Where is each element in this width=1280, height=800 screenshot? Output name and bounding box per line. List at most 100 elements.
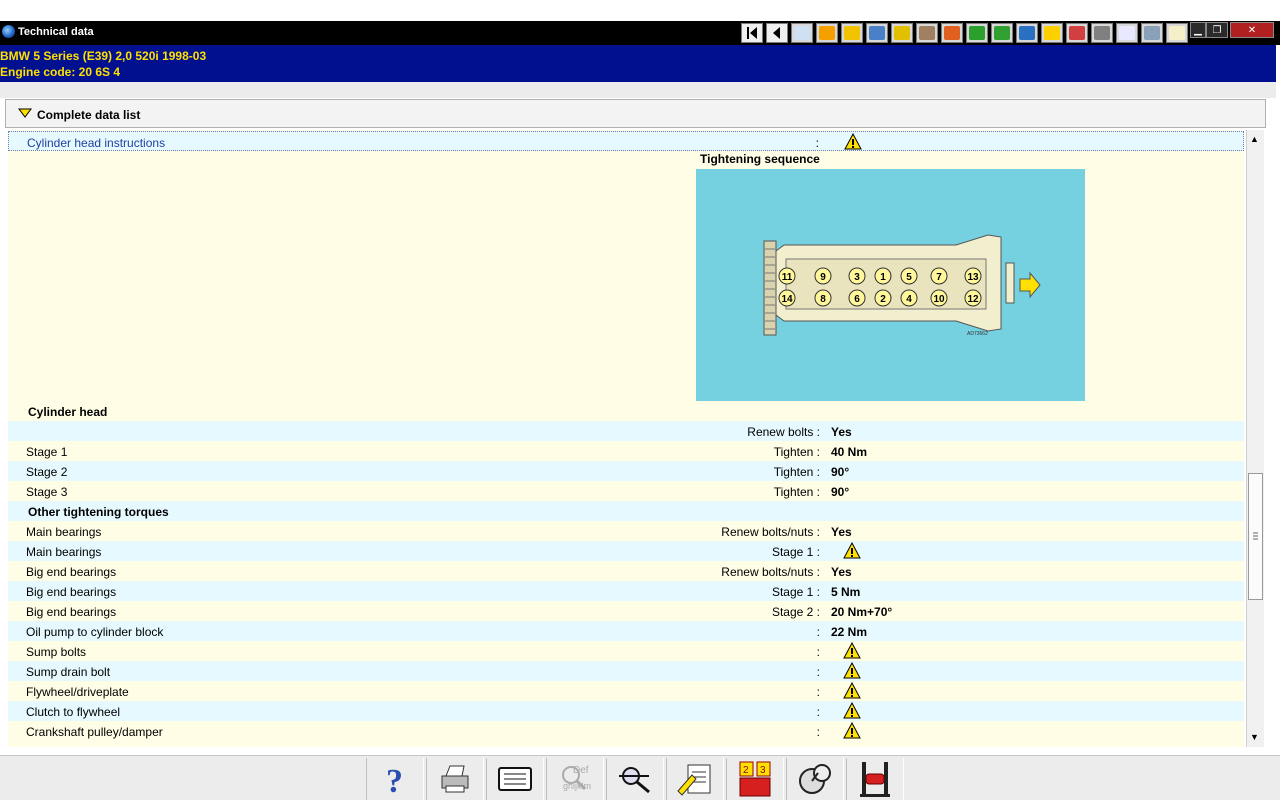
bolt-top-number: 7 xyxy=(936,272,942,283)
row-value: 20 Nm+70° xyxy=(831,605,893,619)
warning-button[interactable] xyxy=(843,721,861,742)
row-parameter: Renew bolts : xyxy=(747,425,820,439)
row-parameter: : xyxy=(815,136,819,150)
warning-lights-button[interactable] xyxy=(1066,23,1088,43)
row-label: Big end bearings xyxy=(26,585,117,599)
row-parameter: : xyxy=(816,705,820,719)
repair-button[interactable] xyxy=(916,23,938,43)
car-button[interactable] xyxy=(1141,23,1163,43)
vehicle-model: BMW 5 Series (E39) 2,0 520i 1998-03 xyxy=(0,49,207,63)
data-row: Oil pump to cylinder block:22 Nm xyxy=(8,621,1244,641)
bolt-bottom-number: 14 xyxy=(781,294,793,305)
section-heading: Cylinder head xyxy=(28,405,108,419)
row-label[interactable]: Cylinder head instructions xyxy=(27,136,165,150)
row-label: Clutch to flywheel xyxy=(26,705,121,719)
scroll-thumb[interactable] xyxy=(1248,473,1263,600)
bolt-top-number: 9 xyxy=(820,272,826,283)
lubrication-icon xyxy=(944,26,960,40)
row-label: Flywheel/driveplate xyxy=(26,685,129,699)
data-row[interactable]: Cylinder head instructions: xyxy=(8,131,1244,151)
calendar-button[interactable]: 23 xyxy=(726,758,784,800)
service-button[interactable] xyxy=(1041,23,1063,43)
bolt-bottom-number: 6 xyxy=(854,294,860,305)
display-button[interactable] xyxy=(486,758,544,800)
data-row: Main bearings Renew bolts/nuts : Yes xyxy=(8,521,1244,541)
row-value: Yes xyxy=(831,565,852,579)
chevron-down-icon xyxy=(18,108,32,118)
timing-button[interactable] xyxy=(891,23,913,43)
warning-button[interactable] xyxy=(844,132,862,153)
test-icon xyxy=(969,26,985,40)
warning-lights-icon xyxy=(1069,26,1085,40)
brake-button[interactable] xyxy=(1091,23,1113,43)
lift-button[interactable] xyxy=(846,758,904,800)
bolt-top-number: 3 xyxy=(854,272,860,283)
warning-icon xyxy=(843,661,861,679)
previous-page-button[interactable] xyxy=(766,23,788,43)
row-value: 40 Nm xyxy=(831,445,868,459)
bolt-bottom-number: 2 xyxy=(880,294,886,305)
warning-button[interactable] xyxy=(843,661,861,682)
row-parameter: Stage 2 : xyxy=(771,605,820,619)
close-button[interactable]: ✕ xyxy=(1230,22,1274,38)
data-row: Clutch to flywheel: xyxy=(8,701,1244,721)
row-parameter: Renew bolts/nuts : xyxy=(721,565,820,579)
fuel-button[interactable] xyxy=(841,23,863,43)
vertical-scrollbar[interactable]: ▲ ▼ xyxy=(1246,130,1264,747)
warning-button[interactable] xyxy=(843,641,861,662)
schematic-button[interactable] xyxy=(1016,23,1038,43)
row-parameter: : xyxy=(816,685,820,699)
scroll-up-icon[interactable]: ▲ xyxy=(1250,134,1259,144)
wiring-button[interactable] xyxy=(866,23,888,43)
electrical-button[interactable] xyxy=(991,23,1013,43)
warning-button[interactable] xyxy=(843,681,861,702)
test-button[interactable] xyxy=(966,23,988,43)
brake-icon xyxy=(1094,26,1110,40)
complete-data-list-header[interactable]: Complete data list xyxy=(5,99,1266,128)
diagnostics-icon xyxy=(799,764,831,794)
help-button[interactable]: ? xyxy=(366,758,424,800)
print-button[interactable] xyxy=(426,758,484,800)
scroll-down-icon[interactable]: ▼ xyxy=(1250,732,1259,742)
display-icon xyxy=(498,767,532,791)
service-icon xyxy=(1044,26,1060,40)
warning-icon xyxy=(843,701,861,719)
car-icon xyxy=(1144,26,1160,40)
window-title: Technical data xyxy=(18,26,94,38)
row-parameter: : xyxy=(816,665,820,679)
previous-page-icon xyxy=(773,27,780,39)
bolt-bottom-number: 12 xyxy=(967,294,979,305)
glossary-label-bottom: ghijklm xyxy=(563,781,591,791)
search-tools-icon xyxy=(619,767,650,794)
row-value: Yes xyxy=(831,525,852,539)
row-label: Stage 2 xyxy=(26,465,68,479)
warning-button[interactable] xyxy=(843,701,861,722)
row-label: Main bearings xyxy=(26,525,102,539)
warning-button[interactable] xyxy=(843,541,861,562)
data-row: Crankshaft pulley/damper: xyxy=(8,721,1244,741)
data-row: Sump drain bolt: xyxy=(8,661,1244,681)
search-tools-button[interactable] xyxy=(606,758,664,800)
engine-data-button[interactable] xyxy=(791,23,813,43)
bolt-top-number: 5 xyxy=(906,272,912,283)
row-label: Oil pump to cylinder block xyxy=(26,625,164,639)
glossary-button[interactable]: Def ghijklm xyxy=(546,758,604,800)
bolt-top-number: 11 xyxy=(782,272,793,283)
bolt-top-number: 1 xyxy=(880,272,886,283)
row-parameter: Renew bolts/nuts : xyxy=(721,525,820,539)
bolt-bottom-number: 4 xyxy=(906,294,912,305)
lubrication-button[interactable] xyxy=(941,23,963,43)
restore-button[interactable]: ❐ xyxy=(1206,22,1228,38)
first-page-button[interactable] xyxy=(741,23,763,43)
minimize-button[interactable]: ▁ xyxy=(1190,22,1206,38)
warning-icon xyxy=(843,641,861,659)
ignition-button[interactable] xyxy=(816,23,838,43)
note-button[interactable] xyxy=(1166,23,1188,43)
row-label: Main bearings xyxy=(26,545,102,559)
data-row: Stage 1 Tighten : 40 Nm xyxy=(8,441,1244,461)
alert-button[interactable] xyxy=(1116,23,1138,43)
data-row: Sump bolts: xyxy=(8,641,1244,661)
notes-button[interactable] xyxy=(666,758,724,800)
glossary-label-top: Def xyxy=(573,765,589,776)
diagnostics-button[interactable] xyxy=(786,758,844,800)
